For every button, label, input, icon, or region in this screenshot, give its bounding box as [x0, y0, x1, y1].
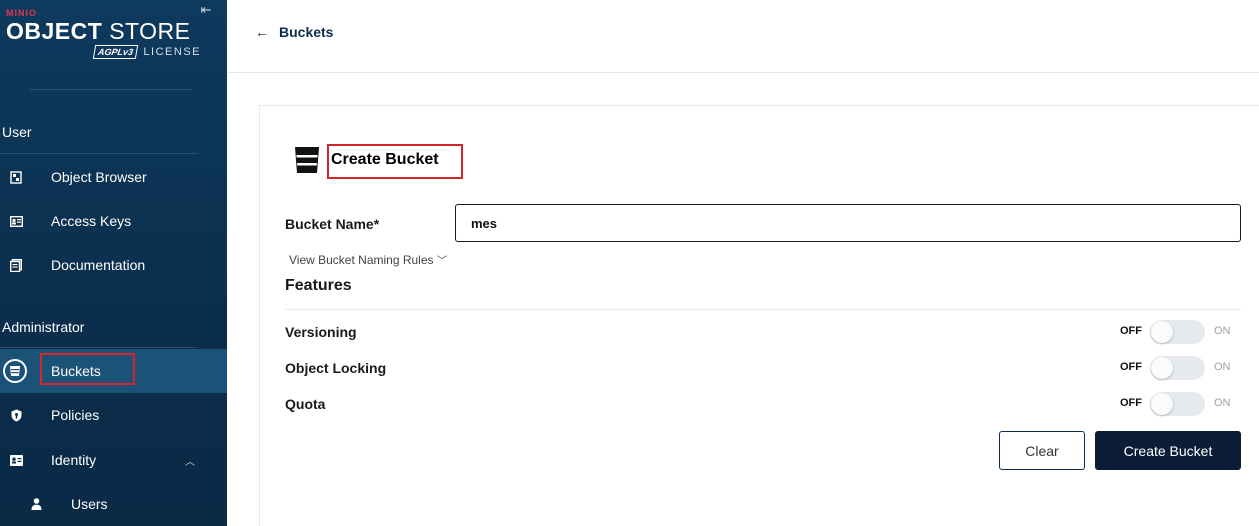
- sidebar-item-label: Access Keys: [51, 213, 132, 229]
- toggle-on-label: ON: [1214, 361, 1231, 373]
- feature-label: Object Locking: [285, 360, 387, 376]
- highlight-box-buckets: [40, 353, 135, 385]
- user-icon: [28, 496, 44, 512]
- sidebar-item-identity[interactable]: Identity ︿: [0, 438, 227, 482]
- logo-divider: [30, 89, 192, 90]
- section-label-administrator: Administrator: [2, 319, 85, 335]
- bucket-icon: [294, 146, 320, 174]
- identity-icon: [8, 452, 24, 468]
- naming-rules-link[interactable]: View Bucket Naming Rules ﹀: [289, 252, 447, 267]
- feature-row-versioning: Versioning OFF ON: [285, 320, 1241, 344]
- sidebar-item-label: Identity: [51, 452, 97, 468]
- toggle-off-label: OFF: [1120, 325, 1142, 337]
- chevron-down-icon: ﹀: [436, 256, 447, 267]
- feature-label: Versioning: [285, 324, 357, 340]
- create-bucket-button[interactable]: Create Bucket: [1095, 431, 1241, 470]
- sidebar-item-users[interactable]: Users: [0, 482, 227, 526]
- agpl-badge: AGPLv3: [93, 45, 139, 59]
- toggle-knob: [1151, 357, 1173, 379]
- toggle-off-label: OFF: [1120, 397, 1142, 409]
- feature-label: Quota: [285, 396, 326, 412]
- sidebar-item-access-keys[interactable]: Access Keys: [0, 199, 227, 243]
- object-browser-icon: [8, 169, 24, 185]
- toggle-knob: [1151, 393, 1173, 415]
- logo-product-bold: OBJECT: [6, 18, 103, 44]
- versioning-toggle[interactable]: [1150, 320, 1205, 344]
- logo-product: OBJECT STORE: [6, 19, 201, 43]
- back-link-label: Buckets: [279, 24, 334, 40]
- object-locking-toggle[interactable]: [1150, 356, 1205, 380]
- minio-logo: MINIO OBJECT STORE AGPLv3 LICENSE: [6, 8, 201, 68]
- sidebar-item-documentation[interactable]: Documentation: [0, 243, 227, 287]
- highlight-box-title: [327, 144, 463, 179]
- toggle-off-label: OFF: [1120, 361, 1142, 373]
- license-row: AGPLv3 LICENSE: [6, 45, 201, 59]
- chevron-up-icon[interactable]: ︿: [182, 453, 198, 468]
- sidebar-item-label: Object Browser: [51, 169, 147, 185]
- sidebar: MINIO OBJECT STORE AGPLv3 LICENSE ⇤ User…: [0, 0, 227, 526]
- sidebar-item-label: Policies: [51, 407, 100, 423]
- sidebar-item-label: Users: [71, 496, 108, 512]
- toggle-knob: [1151, 321, 1173, 343]
- toggle-on-label: ON: [1214, 397, 1231, 409]
- logo-product-light: STORE: [109, 18, 191, 44]
- access-keys-icon: [8, 213, 24, 229]
- bucket-icon: [3, 359, 27, 383]
- toggle-on-label: ON: [1214, 325, 1231, 337]
- section-label-user: User: [2, 124, 32, 140]
- sidebar-item-label: Documentation: [51, 257, 146, 273]
- section-divider: [0, 153, 197, 154]
- clear-button[interactable]: Clear: [999, 431, 1085, 470]
- logo-brand: MINIO: [6, 8, 37, 18]
- section-divider: [0, 347, 197, 348]
- naming-rules-label: View Bucket Naming Rules: [289, 253, 434, 267]
- page-header: ← Buckets: [227, 0, 1259, 73]
- features-divider: [285, 309, 1241, 310]
- feature-row-quota: Quota OFF ON: [285, 392, 1241, 416]
- feature-row-object-locking: Object Locking OFF ON: [285, 356, 1241, 380]
- back-to-buckets-link[interactable]: ← Buckets: [255, 24, 333, 40]
- documentation-icon: [8, 257, 24, 273]
- quota-toggle[interactable]: [1150, 392, 1205, 416]
- license-label: LICENSE: [143, 46, 201, 58]
- sidebar-item-object-browser[interactable]: Object Browser: [0, 155, 227, 199]
- bucket-name-label: Bucket Name*: [285, 216, 380, 232]
- features-title: Features: [285, 277, 352, 294]
- collapse-sidebar-icon[interactable]: ⇤: [198, 2, 214, 18]
- bucket-name-input[interactable]: [455, 204, 1241, 242]
- policies-icon: [8, 407, 24, 423]
- arrow-left-icon: ←: [255, 24, 269, 40]
- sidebar-item-policies[interactable]: Policies: [0, 393, 227, 437]
